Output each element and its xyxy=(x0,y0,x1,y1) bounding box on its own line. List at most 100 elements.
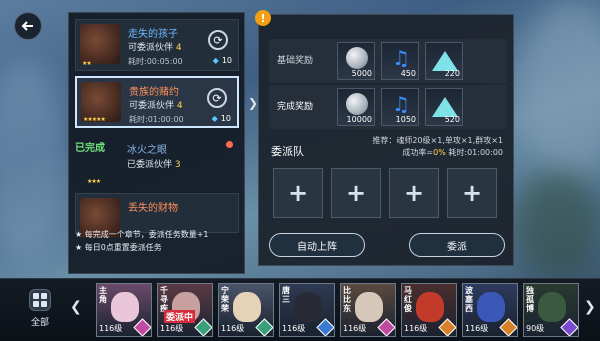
hero-class-icon xyxy=(377,318,395,336)
refresh-cost: ◆ 10 xyxy=(211,114,231,123)
hero-roster-bar: 全部 ❮ ❯ 主角 116级 千寻疾 委派中 116级 宁荣荣 116级 唐三 116级 比比东 1… xyxy=(0,278,600,341)
hero-level: 116级 xyxy=(282,324,306,333)
filter-all-button[interactable]: 全部 xyxy=(22,287,58,335)
hero-class-icon xyxy=(438,318,456,336)
star-rating: ★★★★★ xyxy=(83,116,106,123)
hero-class-icon xyxy=(499,318,517,336)
hero-portrait xyxy=(294,292,322,322)
hero-name: 独孤博 xyxy=(526,286,534,313)
reward-music-note[interactable]: ♫ 450 xyxy=(381,42,419,80)
complete-reward-row: 完成奖励 10000 ♫ 1050 520 xyxy=(269,85,507,129)
assigned-tag: 委派中 xyxy=(164,310,196,323)
hero-class-icon xyxy=(316,318,334,336)
hero-card[interactable]: 唐三 116级 xyxy=(279,283,335,337)
chevron-right-icon[interactable]: ❯ xyxy=(584,299,596,315)
mission-card[interactable]: ★★ 走失的孩子 可委派伙伴 4 耗时:00:05:00 ⟳ ◆ 10 xyxy=(75,19,239,71)
background-shape xyxy=(515,170,600,280)
plus-icon: + xyxy=(287,179,309,207)
plus-icon: + xyxy=(403,179,425,207)
hero-card[interactable]: 千寻疾 委派中 116级 xyxy=(157,283,213,337)
refresh-cost: ◆ 10 xyxy=(212,56,232,65)
filter-all-label: 全部 xyxy=(30,318,49,328)
refresh-icon: ⟳ xyxy=(213,33,223,47)
music-note-icon: ♫ xyxy=(392,92,410,116)
dispatch-button[interactable]: 委派 xyxy=(409,233,505,257)
basic-reward-label: 基础奖励 xyxy=(277,56,314,66)
reward-silver-coin[interactable]: 5000 xyxy=(337,42,375,80)
back-button[interactable] xyxy=(14,12,42,40)
refresh-icon: ⟳ xyxy=(212,91,222,105)
reward-silver-coin[interactable]: 10000 xyxy=(337,88,375,126)
team-slot[interactable]: + xyxy=(331,168,381,218)
auto-assign-button[interactable]: 自动上阵 xyxy=(269,233,365,257)
arrow-left-icon xyxy=(21,21,33,31)
mission-card[interactable]: 丢失的财物 xyxy=(75,193,239,238)
hero-card[interactable]: 主角 116级 xyxy=(96,283,152,337)
hero-class-icon xyxy=(133,318,151,336)
mission-title: 贵族的赌约 xyxy=(129,87,179,98)
hero-card[interactable]: 宁荣荣 116级 xyxy=(218,283,274,337)
silver-coin-icon xyxy=(346,47,368,69)
hero-card[interactable]: 比比东 116级 xyxy=(340,283,396,337)
basic-reward-row: 基础奖励 5000 ♫ 450 220 xyxy=(269,39,507,83)
hero-card[interactable]: 独孤博 90级 xyxy=(523,283,579,337)
team-requirements: 推荐：魂师20级×1,单攻×1,群攻×1 成功率=0% 耗时:01:00:00 xyxy=(372,135,503,159)
hero-name: 主角 xyxy=(99,286,107,304)
hero-name: 比比东 xyxy=(343,286,351,313)
chevron-left-icon[interactable]: ❮ xyxy=(70,299,82,315)
hero-class-icon xyxy=(255,318,273,336)
crystal-icon xyxy=(432,97,458,117)
note-line: ★ 每日0点重置委派任务 xyxy=(75,243,162,252)
mission-duration: 耗时:00:05:00 xyxy=(128,57,183,66)
hero-card[interactable]: 马红俊 116级 xyxy=(401,283,457,337)
note-line: ★ 每完成一个章节，委派任务数量+1 xyxy=(75,230,209,239)
background-shape xyxy=(520,0,600,180)
team-slot[interactable]: + xyxy=(389,168,439,218)
reward-qty: 1050 xyxy=(395,115,416,124)
partner-line: 已委派伙伴 3 xyxy=(127,160,181,170)
chevron-right-icon: ❯ xyxy=(248,96,259,110)
refresh-button[interactable]: ⟳ xyxy=(207,88,227,108)
hero-card[interactable]: 波塞西 116级 xyxy=(462,283,518,337)
gem-icon: ◆ xyxy=(211,114,218,123)
mission-portrait xyxy=(80,24,120,64)
mission-title: 冰火之眼 xyxy=(127,145,167,156)
team-slot[interactable]: + xyxy=(273,168,323,218)
music-note-icon: ♫ xyxy=(392,46,410,70)
hero-name: 唐三 xyxy=(282,286,290,304)
hero-portrait xyxy=(477,292,505,322)
team-slot[interactable]: + xyxy=(447,168,497,218)
grid-icon xyxy=(29,289,51,311)
reward-qty: 520 xyxy=(444,115,460,124)
complete-reward-label: 完成奖励 xyxy=(277,102,314,112)
reward-crystal[interactable]: 520 xyxy=(425,88,463,126)
hero-class-icon xyxy=(194,318,212,336)
success-rate-line: 成功率=0% 耗时:01:00:00 xyxy=(402,148,503,157)
hero-name: 宁荣荣 xyxy=(221,286,229,313)
plus-icon: + xyxy=(461,179,483,207)
hero-level: 116级 xyxy=(343,324,367,333)
mission-card-selected[interactable]: ★★★★★ 贵族的赌约 可委派伙伴 4 耗时:01:00:00 ⟳ ◆ 10 xyxy=(75,76,239,128)
hero-level: 116级 xyxy=(99,324,123,333)
background-shape xyxy=(0,60,70,260)
mission-title: 丢失的财物 xyxy=(128,203,178,214)
mission-card-completed[interactable]: 已完成 ★★★ 冰火之眼 已委派伙伴 3 xyxy=(75,135,239,187)
reward-qty: 450 xyxy=(400,69,416,78)
warning-icon[interactable]: ! xyxy=(255,10,271,26)
reward-music-note[interactable]: ♫ 1050 xyxy=(381,88,419,126)
hero-portrait xyxy=(233,292,261,322)
hero-level: 116级 xyxy=(404,324,428,333)
hero-name: 千寻疾 xyxy=(160,286,168,313)
team-label: 委派队 xyxy=(271,145,304,158)
hero-name: 波塞西 xyxy=(465,286,473,313)
reward-crystal[interactable]: 220 xyxy=(425,42,463,80)
partner-line: 可委派伙伴 4 xyxy=(129,101,183,111)
refresh-button[interactable]: ⟳ xyxy=(208,30,228,50)
crystal-icon xyxy=(432,51,458,71)
mission-detail-panel: 基础奖励 5000 ♫ 450 220 完成奖励 10000 ♫ 1050 52… xyxy=(258,14,514,266)
mission-list: ★★ 走失的孩子 可委派伙伴 4 耗时:00:05:00 ⟳ ◆ 10 ★★★★★… xyxy=(68,12,245,274)
hero-portrait xyxy=(355,292,383,322)
plus-icon: + xyxy=(345,179,367,207)
hero-level: 116级 xyxy=(221,324,245,333)
mission-title: 走失的孩子 xyxy=(128,29,178,40)
